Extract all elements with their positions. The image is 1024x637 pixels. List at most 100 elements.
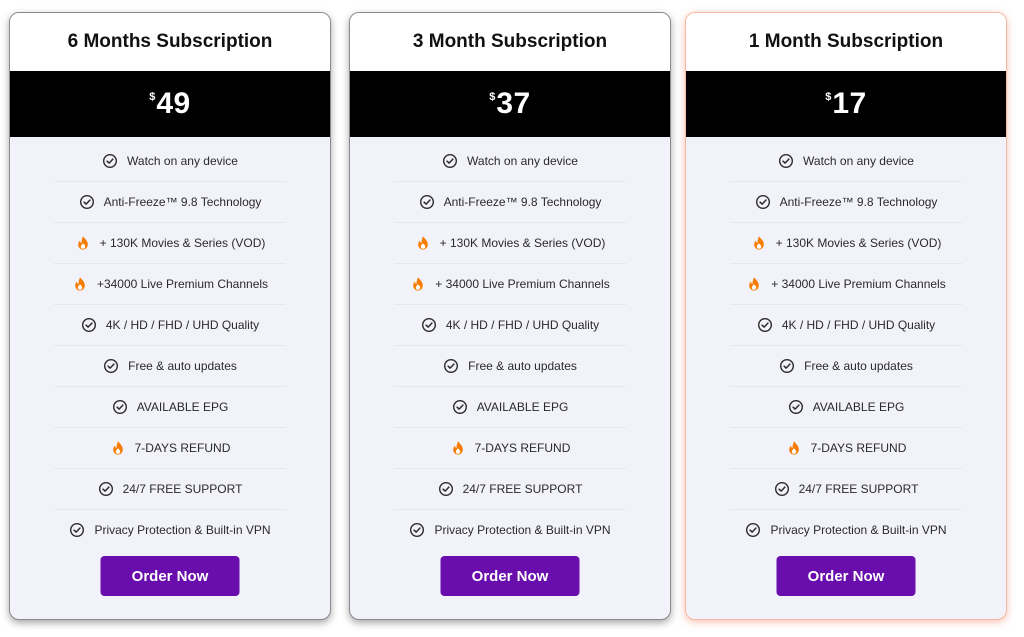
fire-icon — [751, 235, 767, 251]
feature-text: + 34000 Live Premium Channels — [771, 277, 946, 291]
check-circle-icon — [103, 358, 119, 374]
fire-icon — [746, 276, 762, 292]
check-circle-icon — [421, 317, 437, 333]
feature-text: AVAILABLE EPG — [812, 400, 905, 414]
feature-text: 24/7 FREE SUPPORT — [462, 482, 583, 496]
check-circle-icon — [102, 153, 118, 169]
feature-text: 24/7 FREE SUPPORT — [122, 482, 243, 496]
check-circle-icon — [69, 522, 85, 538]
feature-item: AVAILABLE EPG — [394, 387, 626, 428]
feature-text: Free & auto updates — [468, 359, 577, 373]
check-circle-icon — [409, 522, 425, 538]
fire-icon — [450, 440, 466, 456]
feature-item: Free & auto updates — [54, 346, 286, 387]
feature-item: Watch on any device — [730, 141, 962, 182]
check-circle-icon — [442, 153, 458, 169]
feature-item: Anti-Freeze™ 9.8 Technology — [394, 182, 626, 223]
price-amount: 37 — [496, 87, 531, 120]
feature-list: Watch on any device Anti-Freeze™ 9.8 Tech… — [10, 141, 330, 550]
fire-icon — [72, 276, 88, 292]
check-circle-icon — [757, 317, 773, 333]
feature-item: +34000 Live Premium Channels — [54, 264, 286, 305]
feature-text: 4K / HD / FHD / UHD Quality — [105, 318, 260, 332]
check-circle-icon — [774, 481, 790, 497]
order-now-button[interactable]: Order Now — [776, 556, 916, 596]
price-band: $ 49 — [10, 71, 330, 137]
feature-text: Watch on any device — [127, 154, 238, 168]
feature-text: + 130K Movies & Series (VOD) — [99, 236, 266, 250]
feature-item: Privacy Protection & Built-in VPN — [730, 510, 962, 550]
feature-text: + 130K Movies & Series (VOD) — [775, 236, 942, 250]
feature-item: AVAILABLE EPG — [54, 387, 286, 428]
feature-text: +34000 Live Premium Channels — [96, 277, 269, 291]
feature-item: Privacy Protection & Built-in VPN — [394, 510, 626, 550]
fire-icon — [786, 440, 802, 456]
feature-text: 4K / HD / FHD / UHD Quality — [445, 318, 600, 332]
plan-title: 3 Month Subscription — [350, 13, 670, 71]
feature-item: 24/7 FREE SUPPORT — [394, 469, 626, 510]
check-circle-icon — [779, 358, 795, 374]
feature-text: Privacy Protection & Built-in VPN — [434, 523, 611, 537]
check-circle-icon — [788, 399, 804, 415]
feature-text: Privacy Protection & Built-in VPN — [94, 523, 271, 537]
feature-item: 4K / HD / FHD / UHD Quality — [54, 305, 286, 346]
fire-icon — [410, 276, 426, 292]
feature-item: 7-DAYS REFUND — [730, 428, 962, 469]
feature-item: 24/7 FREE SUPPORT — [54, 469, 286, 510]
feature-item: Watch on any device — [394, 141, 626, 182]
feature-text: Free & auto updates — [128, 359, 237, 373]
check-circle-icon — [755, 194, 771, 210]
feature-text: Anti-Freeze™ 9.8 Technology — [103, 195, 262, 209]
feature-text: AVAILABLE EPG — [136, 400, 229, 414]
feature-item: 4K / HD / FHD / UHD Quality — [394, 305, 626, 346]
price-band: $ 37 — [350, 71, 670, 137]
plan-title: 6 Months Subscription — [10, 13, 330, 71]
feature-item: + 34000 Live Premium Channels — [394, 264, 626, 305]
feature-item: 24/7 FREE SUPPORT — [730, 469, 962, 510]
pricing-card-3-months: 3 Month Subscription $ 37 Watch on any d… — [349, 12, 671, 620]
price-amount: 49 — [156, 87, 191, 120]
feature-text: 7-DAYS REFUND — [810, 441, 907, 455]
feature-text: 7-DAYS REFUND — [474, 441, 571, 455]
check-circle-icon — [452, 399, 468, 415]
fire-icon — [110, 440, 126, 456]
feature-text: 24/7 FREE SUPPORT — [798, 482, 919, 496]
feature-text: Free & auto updates — [804, 359, 913, 373]
check-circle-icon — [81, 317, 97, 333]
currency-symbol: $ — [825, 91, 832, 103]
feature-list: Watch on any device Anti-Freeze™ 9.8 Tech… — [350, 141, 670, 550]
order-now-button[interactable]: Order Now — [440, 556, 580, 596]
fire-icon — [415, 235, 431, 251]
check-circle-icon — [419, 194, 435, 210]
feature-list: Watch on any device Anti-Freeze™ 9.8 Tech… — [686, 141, 1006, 550]
check-circle-icon — [443, 358, 459, 374]
feature-item: + 130K Movies & Series (VOD) — [730, 223, 962, 264]
feature-item: + 130K Movies & Series (VOD) — [54, 223, 286, 264]
currency-symbol: $ — [149, 91, 156, 103]
feature-text: 4K / HD / FHD / UHD Quality — [781, 318, 936, 332]
feature-item: AVAILABLE EPG — [730, 387, 962, 428]
feature-item: Anti-Freeze™ 9.8 Technology — [54, 182, 286, 223]
feature-item: Watch on any device — [54, 141, 286, 182]
order-now-button[interactable]: Order Now — [100, 556, 240, 596]
feature-item: 7-DAYS REFUND — [54, 428, 286, 469]
check-circle-icon — [98, 481, 114, 497]
pricing-card-6-months: 6 Months Subscription $ 49 Watch on any … — [9, 12, 331, 620]
feature-text: + 34000 Live Premium Channels — [435, 277, 610, 291]
check-circle-icon — [79, 194, 95, 210]
feature-item: Anti-Freeze™ 9.8 Technology — [730, 182, 962, 223]
currency-symbol: $ — [489, 91, 496, 103]
feature-item: Free & auto updates — [730, 346, 962, 387]
check-circle-icon — [112, 399, 128, 415]
price-amount: 17 — [832, 87, 867, 120]
feature-item: 7-DAYS REFUND — [394, 428, 626, 469]
check-circle-icon — [778, 153, 794, 169]
feature-item: 4K / HD / FHD / UHD Quality — [730, 305, 962, 346]
feature-text: Anti-Freeze™ 9.8 Technology — [443, 195, 602, 209]
feature-item: Free & auto updates — [394, 346, 626, 387]
feature-text: Anti-Freeze™ 9.8 Technology — [779, 195, 938, 209]
feature-text: Watch on any device — [803, 154, 914, 168]
pricing-section: 6 Months Subscription $ 49 Watch on any … — [0, 0, 1024, 637]
price-band: $ 17 — [686, 71, 1006, 137]
plan-title: 1 Month Subscription — [686, 13, 1006, 71]
